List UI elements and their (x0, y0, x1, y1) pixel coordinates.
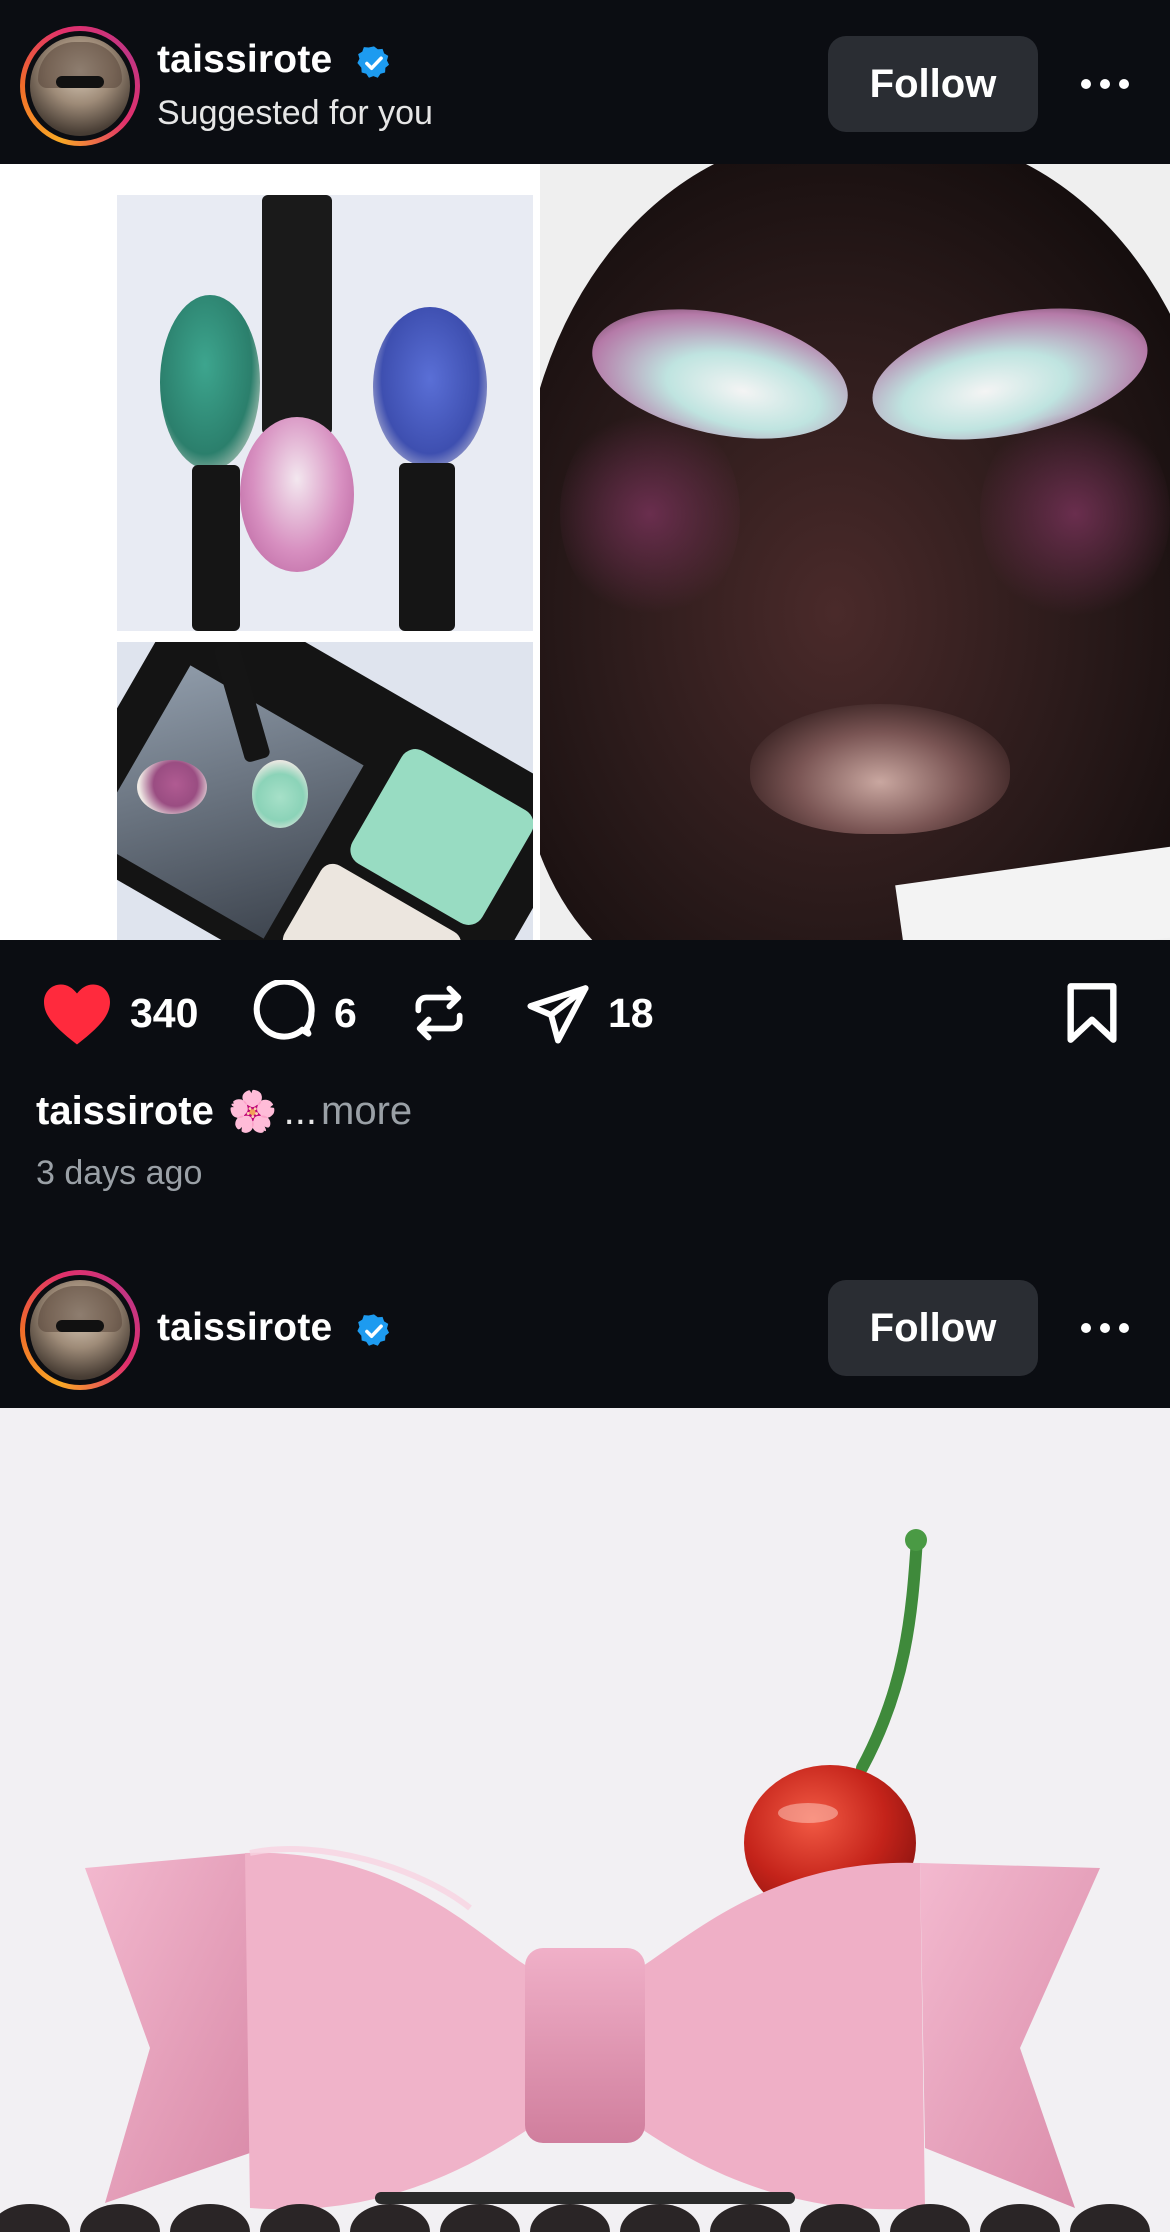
comment-icon (253, 980, 315, 1040)
suggested-label: Suggested for you (157, 94, 433, 132)
bookmark-button[interactable] (1060, 980, 1124, 1046)
comment-count: 6 (334, 989, 357, 1036)
post-caption[interactable]: taissirote 🌸 ... more (36, 1088, 412, 1135)
product-image-applicators (117, 195, 533, 631)
post-media-carousel[interactable] (0, 164, 1170, 940)
caption-ellipsis: ... (283, 1089, 318, 1133)
heart-icon (44, 984, 110, 1045)
post-media-image[interactable] (0, 1408, 1170, 2232)
like-button[interactable]: 340 (40, 980, 198, 1046)
home-indicator[interactable] (375, 2192, 795, 2204)
portrait-image (540, 164, 1170, 940)
verified-badge-icon (357, 1314, 390, 1346)
post-header: taissirote Suggested for you Follow (0, 0, 1170, 164)
bookmark-icon (1067, 983, 1117, 1043)
bow-cherry-image (0, 1529, 1150, 2232)
post-header: taissirote Follow (0, 1244, 1170, 1408)
repost-icon (415, 985, 463, 1041)
repost-button[interactable] (408, 980, 470, 1046)
avatar[interactable] (20, 26, 140, 146)
follow-button[interactable]: Follow (828, 36, 1038, 132)
post-actions: 340 6 18 (0, 940, 1170, 1090)
share-count: 18 (608, 989, 654, 1036)
share-button[interactable]: 18 (524, 980, 654, 1046)
comment-button[interactable]: 6 (252, 980, 357, 1046)
avatar[interactable] (20, 1270, 140, 1390)
more-icon[interactable] (1075, 1308, 1135, 1348)
caption-username[interactable]: taissirote (36, 1089, 214, 1134)
more-icon[interactable] (1075, 64, 1135, 104)
post-username[interactable]: taissirote (157, 38, 332, 82)
caption-more-link[interactable]: more (321, 1089, 412, 1134)
verified-badge-icon (357, 46, 390, 78)
post-timestamp: 3 days ago (36, 1154, 203, 1192)
caption-emoji: 🌸 (227, 1090, 278, 1134)
like-count: 340 (130, 989, 199, 1036)
send-icon (527, 985, 589, 1044)
post-username[interactable]: taissirote (157, 1306, 332, 1350)
follow-button[interactable]: Follow (828, 1280, 1038, 1376)
product-image-palette (117, 642, 533, 940)
